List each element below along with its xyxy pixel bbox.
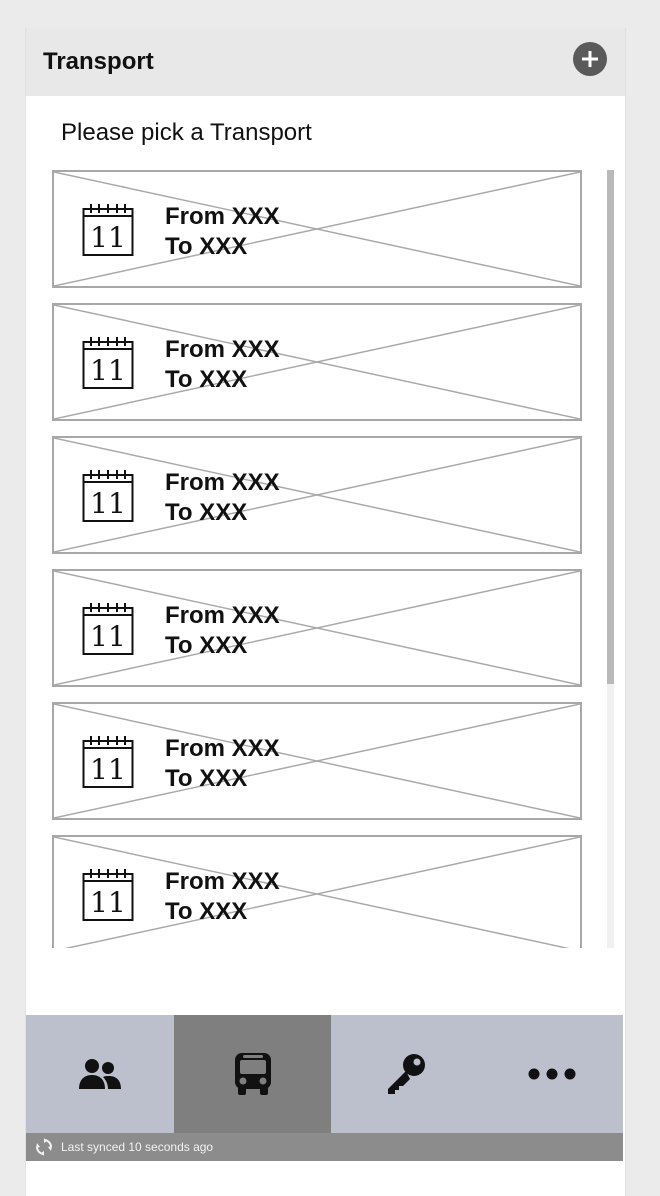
calendar-icon: 11 bbox=[82, 869, 134, 921]
transport-from: From XXX bbox=[165, 336, 280, 363]
calendar-icon: 11 bbox=[82, 736, 134, 788]
transport-to: To XXX bbox=[165, 632, 248, 659]
add-transport-button[interactable] bbox=[573, 42, 607, 76]
scrollbar-thumb[interactable] bbox=[607, 170, 614, 684]
bottom-nav bbox=[26, 1015, 623, 1133]
plus-circle-icon bbox=[582, 51, 598, 67]
page-title: Transport bbox=[43, 48, 154, 75]
calendar-day: 11 bbox=[90, 487, 126, 520]
tab-people[interactable] bbox=[26, 1015, 174, 1133]
tab-transport[interactable] bbox=[174, 1015, 331, 1133]
transport-route: From XXX To XXX bbox=[165, 335, 280, 395]
calendar-icon: 11 bbox=[82, 337, 134, 389]
header-bar: Transport bbox=[26, 28, 625, 96]
transport-to: To XXX bbox=[165, 499, 248, 526]
tab-keys[interactable] bbox=[331, 1015, 481, 1133]
app-frame: Transport Please pick a Transport 11 From… bbox=[25, 28, 626, 1196]
transport-to: To XXX bbox=[165, 366, 248, 393]
calendar-icon: 11 bbox=[82, 603, 134, 655]
transport-item[interactable]: 11 From XXX To XXX bbox=[52, 303, 582, 421]
sync-status-text: Last synced 10 seconds ago bbox=[61, 1140, 214, 1154]
tab-more[interactable] bbox=[481, 1015, 623, 1133]
calendar-day: 11 bbox=[90, 354, 126, 387]
transport-route: From XXX To XXX bbox=[165, 468, 280, 528]
transport-route: From XXX To XXX bbox=[165, 601, 280, 661]
transport-route: From XXX To XXX bbox=[165, 867, 280, 927]
transport-list[interactable]: 11 From XXX To XXX 11 From XXX To XXX 11 From X… bbox=[52, 170, 616, 948]
calendar-icon: 11 bbox=[82, 204, 134, 256]
transport-to: To XXX bbox=[165, 233, 248, 260]
bus-icon bbox=[234, 1053, 271, 1095]
more-icon bbox=[528, 1068, 576, 1080]
transport-from: From XXX bbox=[165, 203, 280, 230]
calendar-day: 11 bbox=[90, 620, 126, 653]
calendar-day: 11 bbox=[90, 221, 126, 254]
transport-route: From XXX To XXX bbox=[165, 734, 280, 794]
calendar-day: 11 bbox=[90, 886, 126, 919]
transport-from: From XXX bbox=[165, 602, 280, 629]
transport-item[interactable]: 11 From XXX To XXX bbox=[52, 170, 582, 288]
transport-from: From XXX bbox=[165, 469, 280, 496]
sync-icon bbox=[36, 1138, 52, 1156]
transport-item[interactable]: 11 From XXX To XXX bbox=[52, 569, 582, 687]
transport-to: To XXX bbox=[165, 765, 248, 792]
calendar-icon: 11 bbox=[82, 470, 134, 522]
transport-from: From XXX bbox=[165, 868, 280, 895]
scrollbar-track[interactable] bbox=[607, 170, 614, 948]
transport-from: From XXX bbox=[165, 735, 280, 762]
transport-to: To XXX bbox=[165, 898, 248, 925]
transport-item[interactable]: 11 From XXX To XXX bbox=[52, 436, 582, 554]
transport-item[interactable]: 11 From XXX To XXX bbox=[52, 702, 582, 820]
people-icon bbox=[79, 1059, 121, 1089]
pick-prompt: Please pick a Transport bbox=[61, 119, 312, 146]
sync-status-bar: Last synced 10 seconds ago bbox=[26, 1133, 623, 1161]
transport-route: From XXX To XXX bbox=[165, 202, 280, 262]
transport-item[interactable]: 11 From XXX To XXX bbox=[52, 835, 582, 948]
key-icon bbox=[388, 1054, 425, 1094]
calendar-day: 11 bbox=[90, 753, 126, 786]
